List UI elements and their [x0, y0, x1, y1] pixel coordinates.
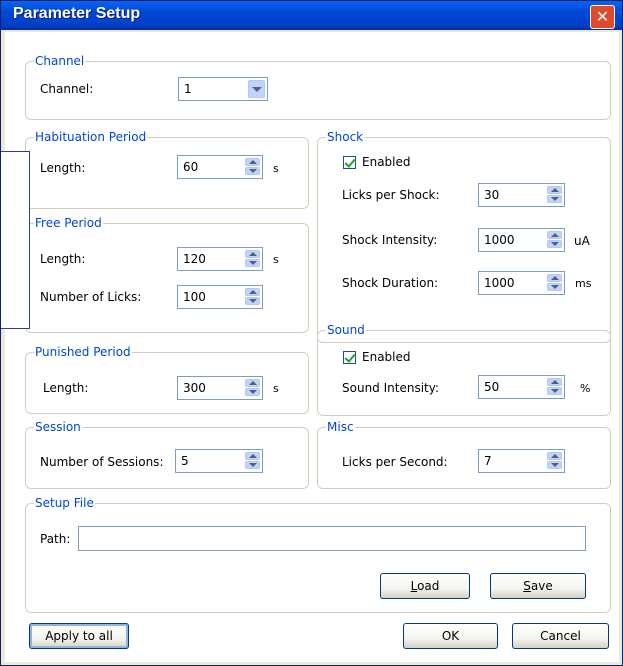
free-length-value: 120	[183, 252, 206, 266]
licks-per-shock-spinner[interactable]: 30	[478, 183, 565, 207]
channel-select[interactable]: 1	[178, 77, 268, 101]
habituation-length-spinner[interactable]: 60	[177, 155, 263, 179]
close-button[interactable]: ✕	[590, 5, 615, 29]
spin-up-icon[interactable]	[547, 378, 562, 386]
save-button-label: ave	[530, 579, 553, 593]
free-licks-spinner[interactable]: 100	[177, 285, 263, 309]
spin-down-icon[interactable]	[547, 240, 562, 248]
spin-up-icon[interactable]	[245, 288, 260, 296]
shock-duration-value: 1000	[484, 276, 515, 290]
free-period-legend: Free Period	[34, 216, 103, 230]
habituation-length-label: Length:	[40, 161, 86, 175]
punished-length-unit: s	[273, 382, 279, 395]
spin-down-icon[interactable]	[547, 387, 562, 395]
shock-legend: Shock	[326, 130, 365, 144]
cancel-button[interactable]: Cancel	[512, 623, 609, 649]
licks-per-second-label: Licks per Second:	[342, 455, 448, 469]
spin-up-icon[interactable]	[547, 231, 562, 239]
channel-group: Channel Channel: 1	[25, 54, 611, 120]
spin-up-icon[interactable]	[547, 274, 562, 282]
licks-per-second-value: 7	[484, 454, 492, 468]
load-button[interactable]: Load	[380, 573, 470, 599]
spin-up-icon[interactable]	[245, 250, 260, 258]
licks-per-shock-label: Licks per Shock:	[342, 188, 440, 202]
sound-legend: Sound	[326, 323, 366, 337]
shock-duration-unit: ms	[575, 277, 592, 290]
sessions-value: 5	[181, 454, 189, 468]
spin-down-icon[interactable]	[547, 283, 562, 291]
parameter-setup-window: Parameter Setup ✕ Channel Channel: 1 Hab…	[0, 0, 623, 666]
dialog-client-area: Channel Channel: 1 Habituation Period Le…	[5, 32, 619, 662]
spin-down-icon[interactable]	[245, 259, 260, 267]
misc-group: Misc Licks per Second: 7	[317, 420, 611, 489]
sound-intensity-spinner[interactable]: 50	[478, 375, 565, 399]
spin-up-icon[interactable]	[245, 452, 260, 460]
spin-up-icon[interactable]	[245, 379, 260, 387]
habituation-length-value: 60	[183, 160, 199, 174]
shock-enabled-checkbox[interactable]	[343, 156, 356, 169]
save-button-accel: S	[523, 579, 531, 593]
free-length-label: Length:	[40, 252, 86, 266]
sessions-label: Number of Sessions:	[40, 455, 164, 469]
free-length-unit: s	[273, 253, 279, 266]
sound-enabled-checkbox[interactable]	[343, 351, 356, 364]
shock-intensity-value: 1000	[484, 233, 515, 247]
habituation-length-unit: s	[273, 162, 279, 175]
licks-per-shock-value: 30	[484, 188, 500, 202]
shock-group: Shock Enabled Licks per Shock: 30 Shock …	[317, 130, 611, 343]
spin-down-icon[interactable]	[245, 167, 260, 175]
spin-down-icon[interactable]	[547, 461, 562, 469]
session-legend: Session	[34, 420, 82, 434]
misc-legend: Misc	[326, 420, 355, 434]
channel-select-value: 1	[184, 82, 192, 96]
ok-button[interactable]: OK	[403, 623, 498, 649]
save-button[interactable]: Save	[490, 573, 586, 599]
sound-intensity-unit: %	[580, 382, 591, 395]
session-group: Session Number of Sessions: 5	[25, 420, 309, 489]
shock-intensity-unit: uA	[574, 234, 590, 248]
spin-down-icon[interactable]	[245, 461, 260, 469]
sound-intensity-value: 50	[484, 380, 500, 394]
habituation-period-group: Habituation Period Length: 60 s	[25, 130, 309, 209]
spin-up-icon[interactable]	[245, 158, 260, 166]
free-licks-value: 100	[183, 290, 206, 304]
punished-length-value: 300	[183, 381, 206, 395]
close-icon: ✕	[595, 7, 610, 26]
path-label: Path:	[40, 532, 71, 546]
punished-length-label: Length:	[43, 381, 89, 395]
habituation-period-legend: Habituation Period	[34, 130, 148, 144]
punished-length-spinner[interactable]: 300	[177, 376, 263, 400]
sound-enabled-label[interactable]: Enabled	[362, 350, 411, 364]
spin-up-icon[interactable]	[547, 452, 562, 460]
shock-intensity-label: Shock Intensity:	[342, 233, 438, 247]
free-licks-label: Number of Licks:	[40, 290, 142, 304]
punished-period-group: Punished Period Length: 300 s	[25, 345, 309, 414]
shock-duration-label: Shock Duration:	[342, 276, 439, 290]
shock-intensity-spinner[interactable]: 1000	[478, 228, 565, 252]
channel-group-legend: Channel	[34, 54, 86, 68]
chevron-down-icon[interactable]	[248, 80, 265, 98]
shock-duration-spinner[interactable]: 1000	[478, 271, 565, 295]
apply-to-all-button[interactable]: Apply to all	[29, 623, 129, 649]
spin-down-icon[interactable]	[245, 297, 260, 305]
licks-per-second-spinner[interactable]: 7	[478, 449, 565, 473]
free-period-group: Free Period Length: 120 s Number of Lick…	[25, 216, 309, 333]
window-title: Parameter Setup	[13, 5, 141, 22]
setup-file-group: Setup File Path: Load Save	[25, 496, 611, 613]
background-window-fragment	[1, 151, 30, 329]
spin-down-icon[interactable]	[547, 195, 562, 203]
free-length-spinner[interactable]: 120	[177, 247, 263, 271]
spin-down-icon[interactable]	[245, 388, 260, 396]
punished-period-legend: Punished Period	[34, 345, 132, 359]
channel-label: Channel:	[40, 82, 94, 96]
spin-up-icon[interactable]	[547, 186, 562, 194]
load-button-label: oad	[417, 579, 440, 593]
sound-group: Sound Enabled Sound Intensity: 50 %	[317, 323, 611, 416]
sound-intensity-label: Sound Intensity:	[342, 381, 440, 395]
sessions-spinner[interactable]: 5	[175, 449, 263, 473]
shock-enabled-label[interactable]: Enabled	[362, 155, 411, 169]
title-bar[interactable]: Parameter Setup ✕	[1, 1, 622, 30]
setup-file-legend: Setup File	[34, 496, 95, 510]
path-input[interactable]	[78, 526, 586, 551]
